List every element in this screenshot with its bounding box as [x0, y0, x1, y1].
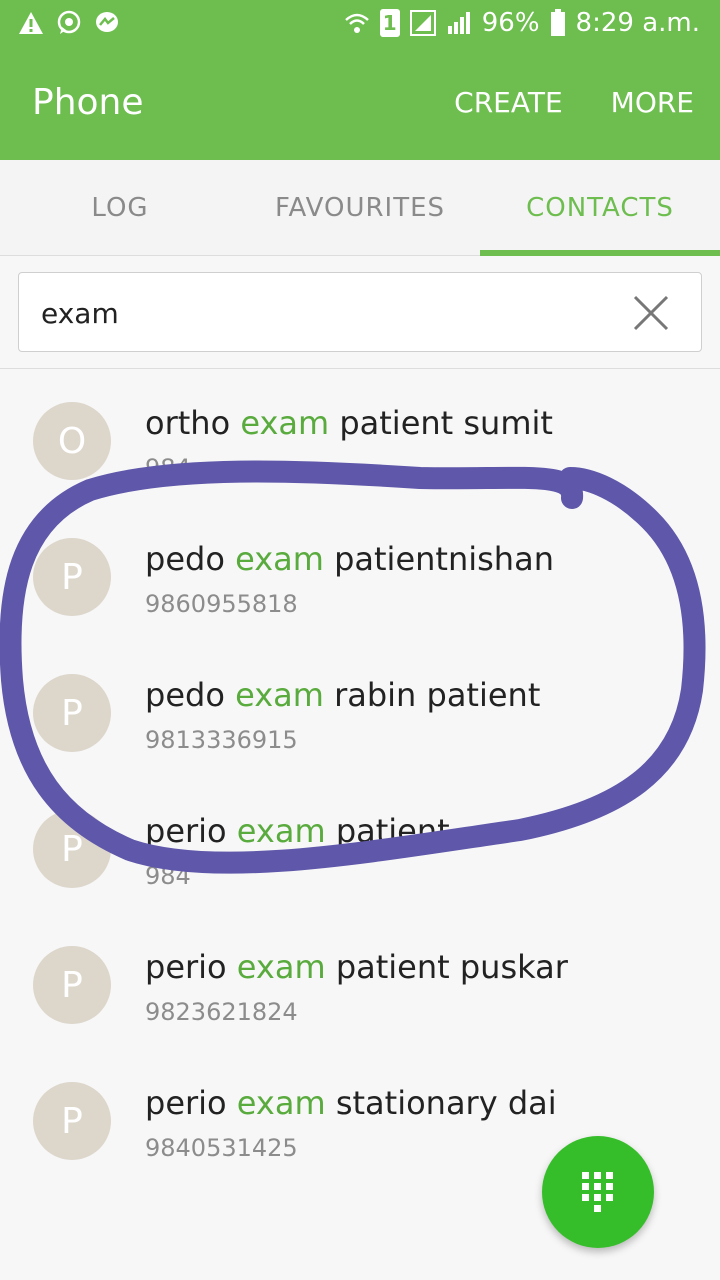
app-bar: 1 96% 8:29 a.m. Phone CREATE MORE [0, 0, 720, 160]
name-prefix: perio [145, 1084, 237, 1122]
status-left-icons [18, 10, 120, 36]
avatar: P [33, 1082, 111, 1160]
contact-phone: 984 [145, 454, 191, 482]
avatar: P [33, 674, 111, 752]
avatar: P [33, 538, 111, 616]
contact-phone: 9823621824 [145, 998, 298, 1026]
contact-name: perio exam stationary dai [145, 1084, 557, 1122]
name-match: exam [236, 948, 326, 986]
whatsapp-icon [57, 10, 81, 34]
avatar: P [33, 946, 111, 1024]
list-item[interactable]: P perio exam patient puskar 9823621824 [0, 944, 720, 1080]
name-prefix: pedo [145, 676, 236, 714]
contact-phone: 9860955818 [145, 590, 298, 618]
list-item[interactable]: O ortho exam patient sumit 984 [0, 400, 720, 536]
tab-indicator [480, 250, 720, 256]
contact-name: ortho exam patient sumit [145, 404, 553, 442]
search-box [18, 272, 702, 352]
name-match: exam [236, 1084, 326, 1122]
contact-name: perio exam patient [145, 812, 450, 850]
avatar: O [33, 402, 111, 480]
dialpad-icon [582, 1172, 613, 1212]
app-title: Phone [32, 82, 144, 123]
dialpad-button[interactable] [542, 1136, 654, 1248]
tab-log[interactable]: LOG [0, 160, 240, 256]
contact-name: pedo exam patientnishan [145, 540, 554, 578]
name-suffix: patientnishan [323, 540, 554, 578]
name-match: exam [236, 812, 326, 850]
avatar: P [33, 810, 111, 888]
create-button[interactable]: CREATE [454, 86, 562, 119]
messenger-icon [96, 12, 118, 32]
sim-icon: 1 [379, 9, 400, 37]
name-suffix: rabin patient [323, 676, 541, 714]
name-match: exam [235, 676, 324, 714]
warning-icon [19, 12, 43, 34]
contact-phone: 9840531425 [145, 1134, 298, 1162]
name-match: exam [240, 404, 330, 442]
battery-icon [550, 9, 565, 36]
name-suffix: stationary dai [325, 1084, 557, 1122]
name-prefix: pedo [145, 540, 236, 578]
search-input[interactable] [41, 291, 601, 335]
name-suffix: patient [325, 812, 450, 850]
app-actions: CREATE MORE [454, 86, 694, 119]
more-button[interactable]: MORE [611, 86, 694, 119]
tab-bar: LOG FAVOURITES CONTACTS [0, 160, 720, 256]
name-suffix: patient sumit [329, 404, 553, 442]
close-icon[interactable] [629, 291, 673, 335]
divider [0, 368, 720, 369]
status-bar: 1 96% 8:29 a.m. [0, 0, 720, 52]
contact-phone: 984 [145, 862, 191, 890]
name-prefix: perio [145, 812, 237, 850]
tab-contacts[interactable]: CONTACTS [480, 160, 720, 256]
status-right-icons: 1 96% 8:29 a.m. [344, 8, 700, 38]
clock: 8:29 a.m. [575, 8, 700, 38]
name-prefix: perio [145, 948, 237, 986]
tab-favourites[interactable]: FAVOURITES [240, 160, 480, 256]
name-prefix: ortho [145, 404, 241, 442]
name-match: exam [235, 540, 324, 578]
wifi-icon [344, 13, 369, 33]
battery-percent: 96% [481, 8, 540, 38]
signal-icon [409, 10, 436, 36]
contact-name: perio exam patient puskar [145, 948, 568, 986]
signal-icon [447, 12, 470, 34]
contact-phone: 9813336915 [145, 726, 298, 754]
name-suffix: patient puskar [325, 948, 568, 986]
list-item[interactable]: P pedo exam rabin patient 9813336915 [0, 672, 720, 808]
contact-name: pedo exam rabin patient [145, 676, 540, 714]
list-item[interactable]: P perio exam patient 984 [0, 808, 720, 944]
list-item[interactable]: P pedo exam patientnishan 9860955818 [0, 536, 720, 672]
